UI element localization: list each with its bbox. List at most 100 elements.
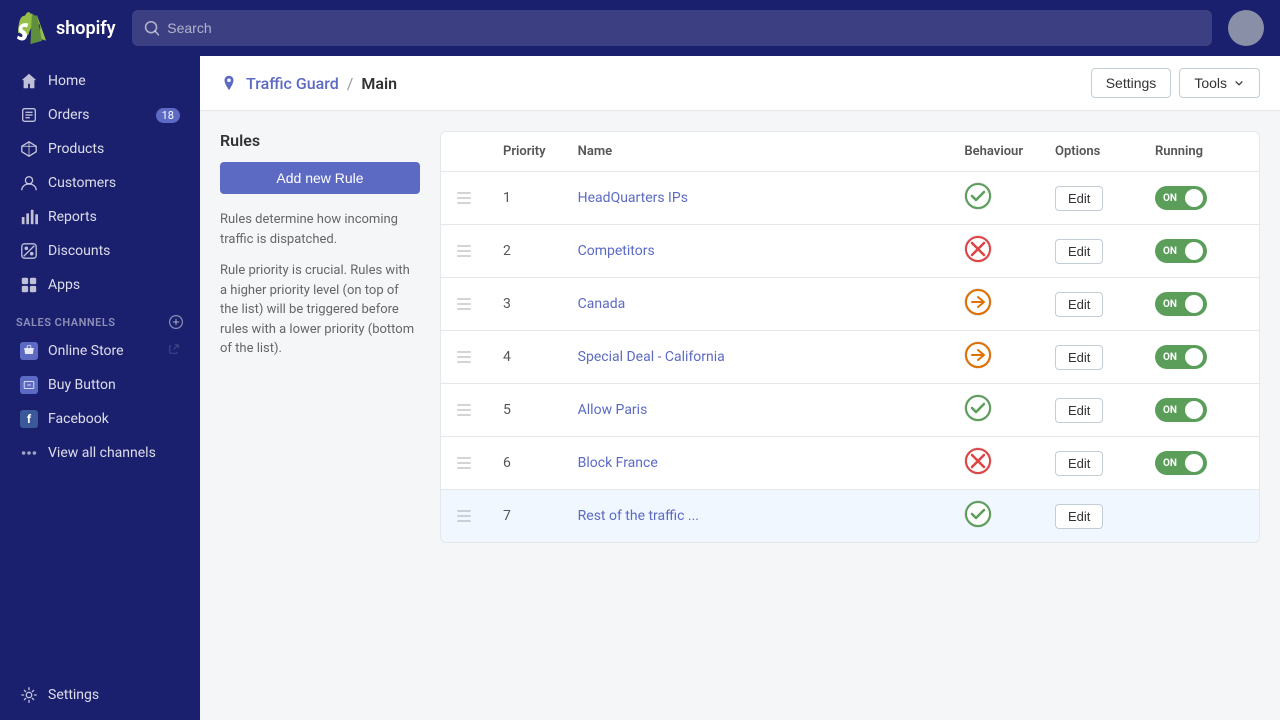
options-cell: Edit	[1039, 437, 1139, 490]
toggle-label: ON	[1163, 246, 1177, 257]
toggle-label: ON	[1163, 458, 1177, 469]
home-icon	[20, 72, 38, 90]
drag-icon	[457, 297, 471, 311]
drag-handle[interactable]	[457, 403, 471, 417]
orders-icon	[20, 106, 38, 124]
sidebar-item-settings[interactable]: Settings	[4, 678, 196, 712]
view-all-channels-label: View all channels	[48, 445, 156, 461]
col-priority: Priority	[487, 132, 562, 172]
sidebar-item-facebook[interactable]: f Facebook	[4, 402, 196, 436]
behaviour-cell	[948, 490, 1039, 543]
breadcrumb-app-name[interactable]: Traffic Guard	[246, 74, 339, 93]
sidebar-label-customers: Customers	[48, 175, 116, 191]
shopify-logo[interactable]: shopify	[16, 12, 116, 44]
drag-icon	[457, 191, 471, 205]
drag-cell	[441, 384, 487, 437]
rule-name-link[interactable]: Allow Paris	[578, 402, 648, 418]
toggle-knob	[1185, 242, 1203, 260]
running-cell: ON	[1139, 225, 1259, 278]
rules-panel: Rules Add new Rule Rules determine how i…	[220, 131, 420, 543]
add-channel-icon[interactable]	[168, 314, 184, 330]
sidebar-item-orders[interactable]: Orders 18	[4, 98, 196, 132]
edit-button[interactable]: Edit	[1055, 451, 1103, 476]
running-toggle[interactable]: ON	[1155, 239, 1207, 263]
edit-button[interactable]: Edit	[1055, 292, 1103, 317]
priority-cell: 2	[487, 225, 562, 278]
edit-button[interactable]: Edit	[1055, 345, 1103, 370]
rule-name-link[interactable]: HeadQuarters IPs	[578, 190, 688, 206]
running-toggle[interactable]: ON	[1155, 345, 1207, 369]
sidebar-label-products: Products	[48, 141, 104, 157]
priority-cell: 3	[487, 278, 562, 331]
sidebar-item-discounts[interactable]: Discounts	[4, 234, 196, 268]
edit-button[interactable]: Edit	[1055, 186, 1103, 211]
behaviour-cell	[948, 384, 1039, 437]
toggle-knob	[1185, 295, 1203, 313]
drag-handle[interactable]	[457, 297, 471, 311]
running-toggle[interactable]: ON	[1155, 292, 1207, 316]
sidebar-label-online-store: Online Store	[48, 343, 124, 359]
drag-handle[interactable]	[457, 509, 471, 523]
drag-handle[interactable]	[457, 456, 471, 470]
sidebar-item-buy-button[interactable]: Buy Button	[4, 368, 196, 402]
running-toggle[interactable]: ON	[1155, 451, 1207, 475]
rule-name-link[interactable]: Special Deal - California	[578, 349, 725, 365]
drag-handle[interactable]	[457, 191, 471, 205]
add-rule-button[interactable]: Add new Rule	[220, 162, 420, 194]
rules-table-container: Priority Name Behaviour Options Running	[440, 131, 1260, 543]
col-options: Options	[1039, 132, 1139, 172]
rule-name-link[interactable]: Canada	[578, 296, 626, 312]
facebook-icon: f	[20, 410, 38, 428]
drag-cell	[441, 278, 487, 331]
sidebar-item-customers[interactable]: Customers	[4, 166, 196, 200]
shopify-logo-icon	[16, 12, 48, 44]
name-cell: Rest of the traffic ...	[562, 490, 949, 543]
page-body: Rules Add new Rule Rules determine how i…	[200, 111, 1280, 563]
sidebar-label-apps: Apps	[48, 277, 80, 293]
sidebar-item-home[interactable]: Home	[4, 64, 196, 98]
sidebar-item-products[interactable]: Products	[4, 132, 196, 166]
edit-button[interactable]: Edit	[1055, 398, 1103, 423]
search-icon	[144, 20, 160, 36]
edit-button[interactable]: Edit	[1055, 504, 1103, 529]
running-cell: ON	[1139, 384, 1259, 437]
running-toggle[interactable]: ON	[1155, 398, 1207, 422]
location-pin-icon	[220, 74, 238, 92]
sidebar-bottom: Settings	[0, 678, 200, 712]
drag-icon	[457, 244, 471, 258]
name-cell: Block France	[562, 437, 949, 490]
name-cell: Competitors	[562, 225, 949, 278]
rule-name-link[interactable]: Rest of the traffic ...	[578, 508, 699, 524]
col-behaviour: Behaviour	[948, 132, 1039, 172]
search-bar[interactable]	[132, 10, 1212, 46]
sidebar-item-online-store[interactable]: Online Store	[4, 334, 196, 368]
behaviour-cell	[948, 331, 1039, 384]
running-cell: ON	[1139, 278, 1259, 331]
running-toggle[interactable]: ON	[1155, 186, 1207, 210]
drag-handle[interactable]	[457, 350, 471, 364]
tools-button[interactable]: Tools	[1179, 68, 1260, 98]
breadcrumb-actions: Settings Tools	[1091, 68, 1260, 98]
rule-name-link[interactable]: Competitors	[578, 243, 655, 259]
orders-badge: 18	[156, 108, 180, 123]
main-content: Traffic Guard / Main Settings Tools Rule…	[200, 56, 1280, 720]
settings-button[interactable]: Settings	[1091, 68, 1172, 98]
priority-cell: 7	[487, 490, 562, 543]
search-input[interactable]	[167, 20, 1200, 36]
sidebar-item-apps[interactable]: Apps	[4, 268, 196, 302]
table-row: 4 Special Deal - California Edit ON	[441, 331, 1259, 384]
avatar[interactable]	[1228, 10, 1264, 46]
running-cell	[1139, 490, 1259, 543]
rule-name-link[interactable]: Block France	[578, 455, 658, 471]
drag-handle[interactable]	[457, 244, 471, 258]
sidebar-item-view-all-channels[interactable]: View all channels	[4, 436, 196, 470]
sidebar-label-home: Home	[48, 73, 86, 89]
products-icon	[20, 140, 38, 158]
breadcrumb-current-page: Main	[361, 74, 397, 93]
sidebar-item-reports[interactable]: Reports	[4, 200, 196, 234]
options-cell: Edit	[1039, 225, 1139, 278]
edit-button[interactable]: Edit	[1055, 239, 1103, 264]
rules-description-1: Rules determine how incoming traffic is …	[220, 210, 420, 249]
behaviour-cell	[948, 437, 1039, 490]
settings-label: Settings	[48, 687, 99, 703]
